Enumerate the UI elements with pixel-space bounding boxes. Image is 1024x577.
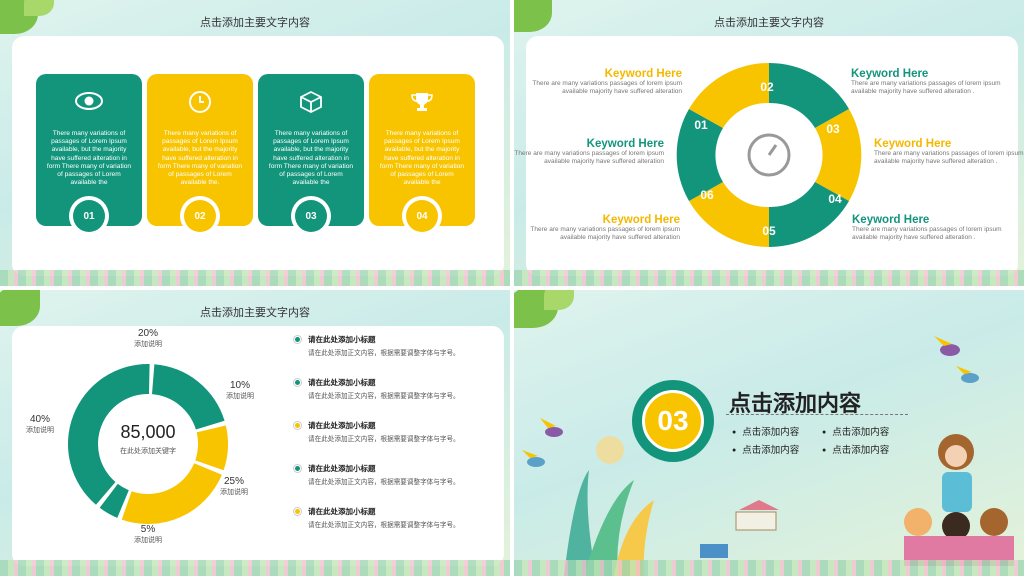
bullet-dot bbox=[294, 379, 301, 386]
bird-icon bbox=[934, 336, 960, 356]
keyword-block: Keyword Here There are many variations p… bbox=[852, 214, 1002, 242]
slide-1[interactable]: 点击添加主要文字内容 There many variations of pass… bbox=[0, 0, 510, 286]
cube-icon bbox=[258, 90, 364, 120]
clock-icon bbox=[147, 90, 253, 120]
slide-title: 点击添加主要文字内容 bbox=[200, 17, 310, 29]
segment-label: 02 bbox=[760, 80, 774, 94]
grass-decoration bbox=[514, 270, 1024, 286]
slide-4[interactable]: 03 点击添加内容 点击添加内容 点击添加内容 点击添加内容 点击添加内容 bbox=[514, 290, 1024, 576]
pie-label: 10% 添加说明 bbox=[226, 380, 254, 400]
segment-label: 06 bbox=[700, 188, 714, 202]
flower-icon bbox=[596, 436, 624, 464]
card-text: There many variations of passages of Lor… bbox=[268, 130, 354, 187]
book-icon bbox=[700, 544, 728, 558]
keyword-block: Keyword Here There are many variations p… bbox=[532, 68, 682, 96]
card-number: 04 bbox=[406, 200, 438, 232]
card-03[interactable]: There many variations of passages of Lor… bbox=[258, 74, 364, 236]
card-04[interactable]: There many variations of passages of Lor… bbox=[369, 74, 475, 236]
pie-label: 20% 添加说明 bbox=[134, 328, 162, 348]
bullet-dot bbox=[294, 336, 301, 343]
segment-label: 04 bbox=[828, 192, 842, 206]
pie-label: 25% 添加说明 bbox=[220, 476, 248, 496]
keyword-block: Keyword Here There are many variations p… bbox=[530, 214, 680, 242]
teacher-icon bbox=[938, 434, 974, 512]
eye-icon bbox=[36, 90, 142, 118]
illustration bbox=[522, 336, 1014, 576]
card-text: There many variations of passages of Lor… bbox=[157, 130, 243, 187]
bird-icon bbox=[956, 366, 979, 383]
children-icon bbox=[904, 508, 1014, 566]
center-value: 85,000 bbox=[120, 422, 176, 442]
pie-label: 40% 添加说明 bbox=[26, 414, 54, 434]
trophy-icon bbox=[369, 90, 475, 120]
keyword-block: Keyword Here There are many variations p… bbox=[851, 68, 1001, 96]
book-icon bbox=[739, 500, 779, 510]
donut-center: 85,000 在此处添加关键字 bbox=[100, 422, 196, 456]
segment-label: 01 bbox=[694, 118, 708, 132]
keyword-block: Keyword Here There are many variations p… bbox=[874, 138, 1024, 166]
donut-slice bbox=[151, 364, 225, 430]
bullet-dot bbox=[294, 465, 301, 472]
grass-decoration bbox=[514, 560, 1024, 576]
card-number: 02 bbox=[184, 200, 216, 232]
slide-3[interactable]: 点击添加主要文字内容 85,000 在此处添加关键字 20% 添加说明 10% 添加… bbox=[0, 290, 510, 576]
bird-icon bbox=[522, 450, 545, 467]
pie-label: 5% 添加说明 bbox=[134, 524, 162, 544]
card-02[interactable]: There many variations of passages of Lor… bbox=[147, 74, 253, 236]
grass-decoration bbox=[0, 560, 510, 576]
card-text: There many variations of passages of Lor… bbox=[46, 130, 132, 187]
slide-2[interactable]: 点击添加主要文字内容 01 02 03 04 05 06 Keyword Her… bbox=[514, 0, 1024, 286]
card-text: There many variations of passages of Lor… bbox=[379, 130, 465, 187]
donut-slice bbox=[121, 463, 222, 524]
keyword-block: Keyword Here There are many variations p… bbox=[514, 138, 664, 166]
segment-label: 03 bbox=[826, 122, 840, 136]
card-number: 01 bbox=[73, 200, 105, 232]
bullet-dot bbox=[294, 508, 301, 515]
bullet-dot bbox=[294, 422, 301, 429]
card-01[interactable]: There many variations of passages of Lor… bbox=[36, 74, 142, 236]
donut-slice bbox=[195, 425, 228, 471]
bird-icon bbox=[540, 418, 563, 437]
card-number: 03 bbox=[295, 200, 327, 232]
book-icon bbox=[735, 511, 777, 531]
segment-label: 05 bbox=[762, 224, 776, 238]
grass-decoration bbox=[0, 270, 510, 286]
center-caption: 在此处添加关键字 bbox=[120, 448, 176, 455]
